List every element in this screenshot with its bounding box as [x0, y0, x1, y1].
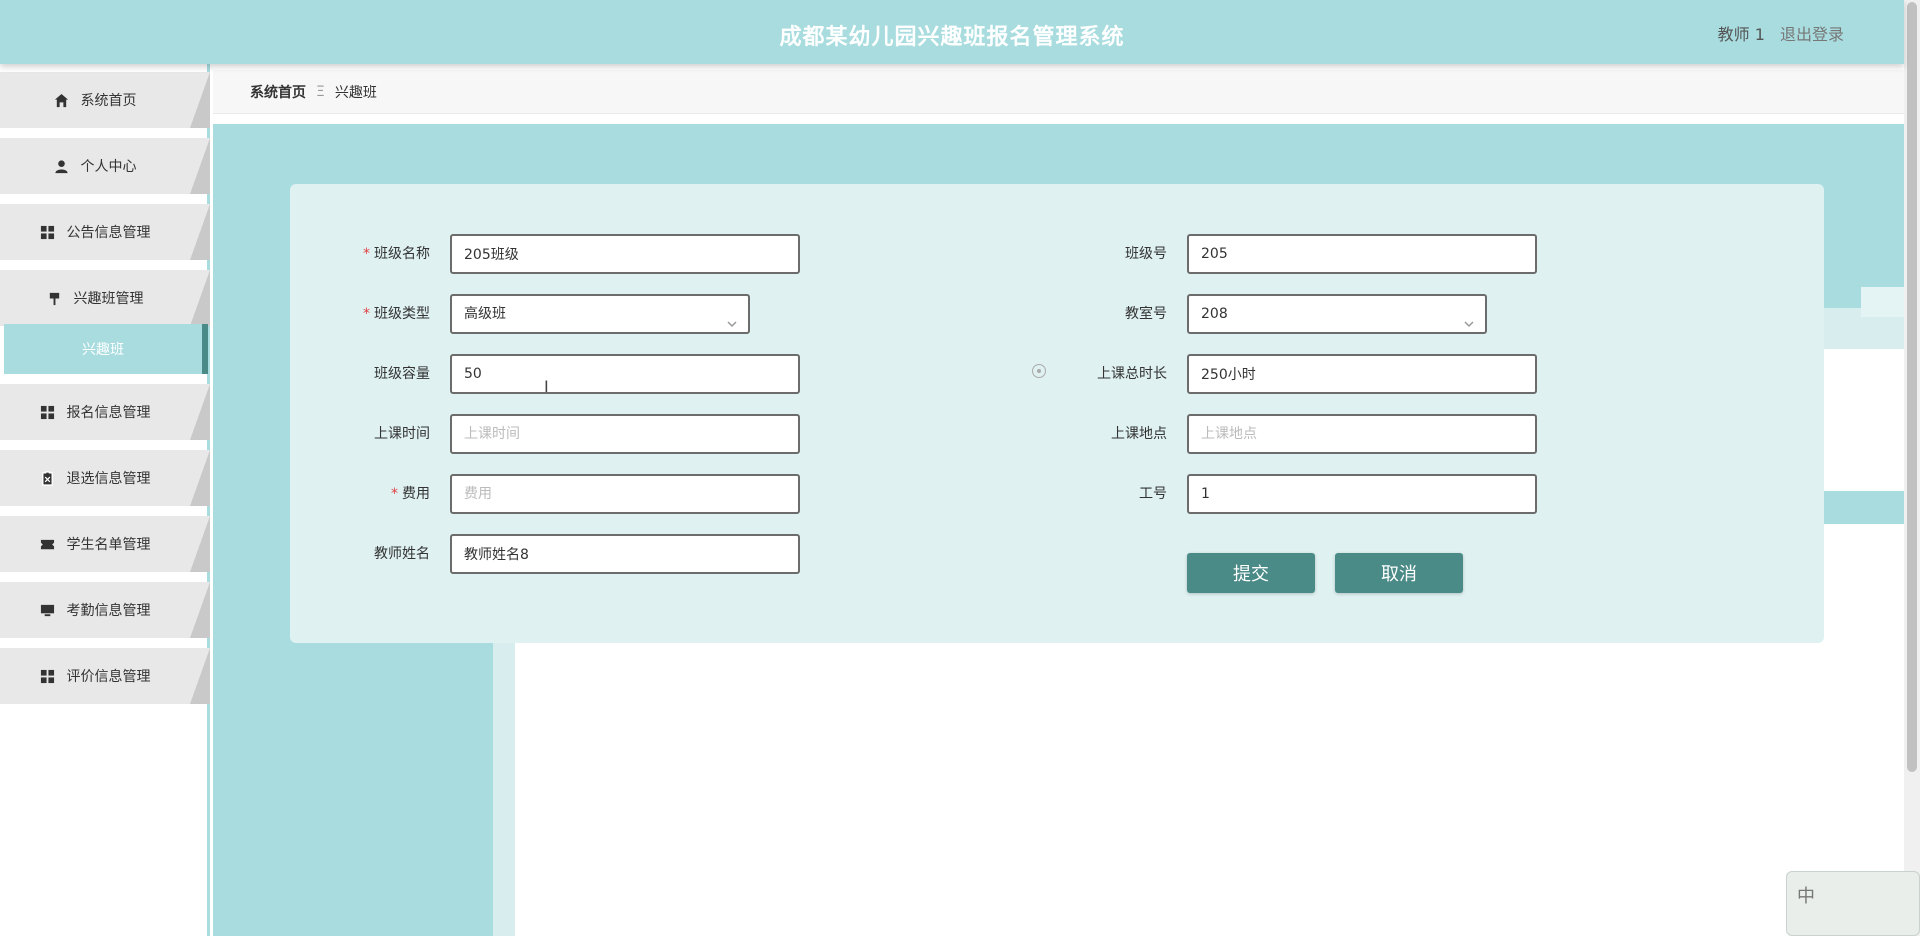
- class-time-input[interactable]: [450, 414, 800, 454]
- sidebar-item-label: 评价信息管理: [66, 669, 151, 685]
- staff-no-label: 工号: [1139, 486, 1167, 502]
- capacity-label: 班级容量: [374, 366, 430, 382]
- class-time-label: 上课时间: [374, 426, 430, 442]
- home-icon: [54, 93, 68, 107]
- page-scrollbar[interactable]: [1904, 0, 1920, 936]
- logout-link[interactable]: 退出登录: [1780, 25, 1844, 44]
- sidebar-item-enrollment[interactable]: 报名信息管理: [0, 384, 210, 440]
- sidebar-item-label: 系统首页: [80, 93, 137, 109]
- sidebar-item-label: 报名信息管理: [66, 405, 151, 421]
- sidebar-item-label: 学生名单管理: [66, 537, 151, 553]
- scrollbar-thumb[interactable]: [1907, 2, 1917, 772]
- sidebar-item-label: 公告信息管理: [66, 225, 151, 241]
- decor-right-white: [1823, 349, 1904, 491]
- ime-mode-indicator[interactable]: 中: [1797, 882, 1815, 908]
- breadcrumb: 系统首页 Ξ 兴趣班: [213, 70, 1904, 114]
- sidebar-item-label: 退选信息管理: [66, 471, 151, 487]
- capacity-input[interactable]: [450, 354, 800, 394]
- grid-icon: [40, 225, 54, 239]
- fee-label: * 费用: [391, 486, 430, 502]
- sidebar: 系统首页 个人中心 公告信息管理 兴趣班管理 兴趣班 报名信息管理 退选信息管理…: [0, 64, 210, 936]
- ticket-icon: [40, 539, 54, 549]
- location-input[interactable]: [1187, 414, 1537, 454]
- class-name-label: * 班级名称: [363, 246, 430, 262]
- sidebar-item-home[interactable]: 系统首页: [0, 72, 210, 128]
- ime-toolbar[interactable]: 中: [1786, 871, 1920, 936]
- sidebar-item-label: 考勤信息管理: [66, 603, 151, 619]
- user-icon: [54, 159, 68, 173]
- cancel-button[interactable]: 取消: [1335, 553, 1463, 593]
- room-no-label: 教室号: [1125, 306, 1167, 322]
- breadcrumb-separator: Ξ: [316, 83, 325, 100]
- location-label: 上课地点: [1111, 426, 1167, 442]
- staff-no-input[interactable]: [1187, 474, 1537, 514]
- sidebar-item-interest-class[interactable]: 兴趣班管理: [0, 270, 210, 326]
- grid-icon: [40, 405, 54, 419]
- teacher-name-input[interactable]: [450, 534, 800, 574]
- app-title: 成都某幼儿园兴趣班报名管理系统: [779, 25, 1125, 50]
- submit-button[interactable]: 提交: [1187, 553, 1315, 593]
- class-no-label: 班级号: [1125, 246, 1167, 262]
- sidebar-item-students[interactable]: 学生名单管理: [0, 516, 210, 572]
- text-cursor-icon: I: [544, 377, 549, 396]
- sidebar-item-profile[interactable]: 个人中心: [0, 138, 210, 194]
- class-form-card: *班级名称 班级号 *班级类型 高级班 教室号 208 班级容量 上课总时长 上…: [290, 184, 1824, 643]
- grid-icon: [40, 669, 54, 683]
- fee-input[interactable]: [450, 474, 800, 514]
- teacher-name-label: 教师姓名: [374, 546, 430, 562]
- class-no-input[interactable]: [1187, 234, 1537, 274]
- decor-right-top: [1861, 287, 1904, 317]
- sidebar-item-label: 个人中心: [80, 159, 137, 175]
- clipboard-icon: [41, 470, 53, 486]
- chevron-down-icon: [1463, 308, 1474, 328]
- sidebar-subitem-interest-class[interactable]: 兴趣班: [4, 324, 208, 374]
- breadcrumb-current: 兴趣班: [334, 84, 377, 101]
- sidebar-item-attendance[interactable]: 考勤信息管理: [0, 582, 210, 638]
- flag-icon: [49, 292, 59, 305]
- total-hours-label: 上课总时长: [1097, 366, 1167, 382]
- sidebar-item-evaluation[interactable]: 评价信息管理: [0, 648, 210, 704]
- class-type-label: * 班级类型: [363, 306, 430, 322]
- breadcrumb-home[interactable]: 系统首页: [250, 82, 306, 102]
- sidebar-item-notice[interactable]: 公告信息管理: [0, 204, 210, 260]
- sidebar-item-withdraw[interactable]: 退选信息管理: [0, 450, 210, 506]
- room-no-select[interactable]: 208: [1187, 294, 1487, 334]
- current-user: 教师 1: [1717, 25, 1765, 44]
- room-no-value: 208: [1201, 306, 1228, 322]
- sidebar-item-label: 兴趣班管理: [73, 291, 144, 307]
- class-name-input[interactable]: [450, 234, 800, 274]
- chevron-down-icon: [726, 308, 737, 328]
- class-type-value: 高级班: [464, 306, 506, 322]
- target-ring-icon: [1032, 364, 1046, 378]
- class-type-select[interactable]: 高级班: [450, 294, 750, 334]
- top-header: 成都某幼儿园兴趣班报名管理系统 教师 1 退出登录: [0, 0, 1904, 64]
- header-user-area: 教师 1 退出登录: [1708, 21, 1844, 45]
- total-hours-input[interactable]: [1187, 354, 1537, 394]
- monitor-icon: [40, 604, 54, 616]
